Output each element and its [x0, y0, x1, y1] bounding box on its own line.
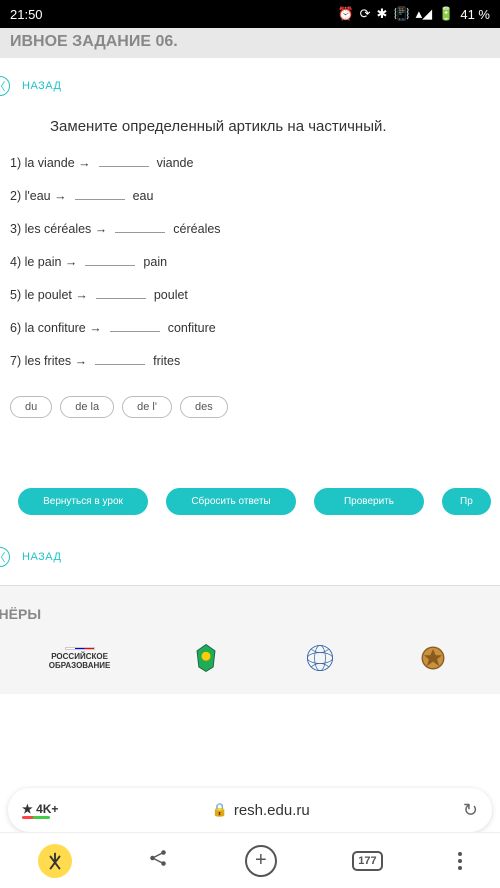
battery-icon: 🔋 — [438, 6, 454, 22]
browser-nav-bar: + 177 — [0, 832, 500, 888]
partner-logo-badge[interactable] — [415, 640, 451, 678]
exercise-num: 2) — [10, 189, 21, 203]
partner-logo-globe[interactable] — [302, 640, 338, 678]
yandex-home-button[interactable] — [38, 844, 72, 878]
reset-answers-button[interactable]: Сбросить ответы — [166, 488, 296, 515]
status-time: 21:50 — [10, 7, 43, 22]
answer-blank[interactable] — [75, 186, 125, 200]
signal-icon: ▴◢ — [416, 6, 433, 22]
partner-logo-rusedu[interactable]: РОССИЙСКОЕ ОБРАЗОВАНИЕ — [49, 647, 111, 671]
exercise-row: 4) le pain → pain — [10, 252, 490, 269]
back-label: НАЗАД — [22, 80, 61, 92]
url-text: resh.edu.ru — [234, 802, 310, 819]
exercise-right: frites — [153, 354, 180, 368]
emblem-icon — [188, 640, 224, 676]
exercise-num: 4) — [10, 255, 21, 269]
exercise-row: 7) les frites → frites — [10, 351, 490, 368]
android-status-bar: 21:50 ⏰ ⟳ ✱ 📳 ▴◢ 🔋 41 % — [0, 0, 500, 28]
dot-icon — [458, 852, 462, 856]
page-header-truncated: ИВНОЕ ЗАДАНИЕ 06. — [0, 28, 500, 58]
answer-blank[interactable] — [99, 153, 149, 167]
action-button-cut[interactable]: Пр — [442, 488, 491, 515]
back-circle-icon: 〈 — [0, 547, 10, 567]
exercise-left: les céréales → — [21, 222, 107, 236]
exercise-list: 1) la viande → viande 2) l'eau → eau 3) … — [0, 153, 500, 368]
action-buttons: Вернуться в урок Сбросить ответы Провери… — [0, 448, 500, 529]
exercise-row: 2) l'eau → eau — [10, 186, 490, 203]
exercise-right: eau — [133, 189, 154, 203]
new-tab-button[interactable]: + — [245, 845, 277, 877]
partners-section: ТНЁРЫ РОССИЙСКОЕ ОБРАЗОВАНИЕ — [0, 585, 500, 694]
chevron-left-icon: 〈 — [0, 78, 6, 94]
status-icons: ⏰ ⟳ ✱ 📳 ▴◢ 🔋 41 % — [337, 6, 490, 22]
partners-title: ТНЁРЫ — [0, 606, 500, 640]
chip-option[interactable]: du — [10, 396, 52, 418]
answer-blank[interactable] — [85, 252, 135, 266]
answer-chips: du de la de l' des — [0, 384, 500, 448]
back-label: НАЗАД — [22, 551, 61, 563]
exercise-left: la viande → — [21, 156, 91, 170]
menu-button[interactable] — [458, 852, 462, 870]
url-display[interactable]: 🔒 resh.edu.ru — [68, 802, 452, 819]
dot-icon — [458, 866, 462, 870]
tabs-button[interactable]: 177 — [352, 851, 382, 871]
browser-address-bar[interactable]: ★ 4K+ 🔒 resh.edu.ru ↻ — [8, 788, 492, 832]
answer-blank[interactable] — [110, 318, 160, 332]
exercise-row: 5) le poulet → poulet — [10, 285, 490, 302]
exercise-num: 5) — [10, 288, 21, 302]
battery-percent: 41 % — [460, 7, 490, 22]
exercise-right: viande — [157, 156, 194, 170]
site-rating[interactable]: ★ 4K+ — [22, 802, 58, 819]
exercise-row: 1) la viande → viande — [10, 153, 490, 170]
lock-icon: 🔒 — [212, 802, 228, 818]
exercise-right: pain — [143, 255, 167, 269]
yandex-logo-icon — [46, 852, 64, 870]
exercise-left: le poulet → — [21, 288, 88, 302]
back-link-bottom[interactable]: 〈 НАЗАД — [0, 529, 500, 579]
check-button[interactable]: Проверить — [314, 488, 424, 515]
rating-bar-icon — [22, 816, 50, 819]
exercise-row: 6) la confiture → confiture — [10, 318, 490, 335]
exercise-left: l'eau → — [21, 189, 66, 203]
exercise-num: 6) — [10, 321, 21, 335]
exercise-num: 7) — [10, 354, 21, 368]
refresh-icon[interactable]: ↻ — [463, 800, 478, 821]
answer-blank[interactable] — [95, 351, 145, 365]
exercise-num: 3) — [10, 222, 21, 236]
exercise-right: céréales — [173, 222, 220, 236]
exercise-row: 3) les céréales → céréales — [10, 219, 490, 236]
badge-icon — [415, 640, 451, 676]
sync-icon: ⟳ — [360, 6, 371, 22]
chip-option[interactable]: de la — [60, 396, 114, 418]
exercise-left: la confiture → — [21, 321, 102, 335]
answer-blank[interactable] — [115, 219, 165, 233]
exercise-right: confiture — [168, 321, 216, 335]
exercise-left: les frites → — [21, 354, 87, 368]
back-link-top[interactable]: 〈 НАЗАД — [0, 58, 500, 108]
exercise-instruction: Замените определенный артикль на частичн… — [0, 108, 500, 153]
vibrate-icon: 📳 — [393, 6, 409, 22]
exercise-num: 1) — [10, 156, 21, 170]
chevron-left-icon: 〈 — [0, 549, 6, 565]
bluetooth-icon: ✱ — [377, 6, 388, 22]
main-content: 〈 НАЗАД Замените определенный артикль на… — [0, 58, 500, 694]
back-circle-icon: 〈 — [0, 76, 10, 96]
exercise-right: poulet — [154, 288, 188, 302]
partner-text: ОБРАЗОВАНИЕ — [49, 662, 111, 671]
share-icon — [147, 847, 169, 869]
chip-option[interactable]: des — [180, 396, 228, 418]
answer-blank[interactable] — [96, 285, 146, 299]
dot-icon — [458, 859, 462, 863]
russia-flag-icon — [65, 647, 95, 650]
partners-logos: РОССИЙСКОЕ ОБРАЗОВАНИЕ — [0, 640, 500, 694]
return-to-lesson-button[interactable]: Вернуться в урок — [18, 488, 148, 515]
exercise-left: le pain → — [21, 255, 77, 269]
globe-icon — [302, 640, 338, 676]
plus-icon: + — [255, 849, 267, 872]
share-button[interactable] — [147, 847, 169, 875]
alarm-icon: ⏰ — [337, 6, 353, 22]
rating-value: ★ 4K+ — [22, 802, 58, 816]
chip-option[interactable]: de l' — [122, 396, 172, 418]
partner-logo-emblem[interactable] — [188, 640, 224, 678]
